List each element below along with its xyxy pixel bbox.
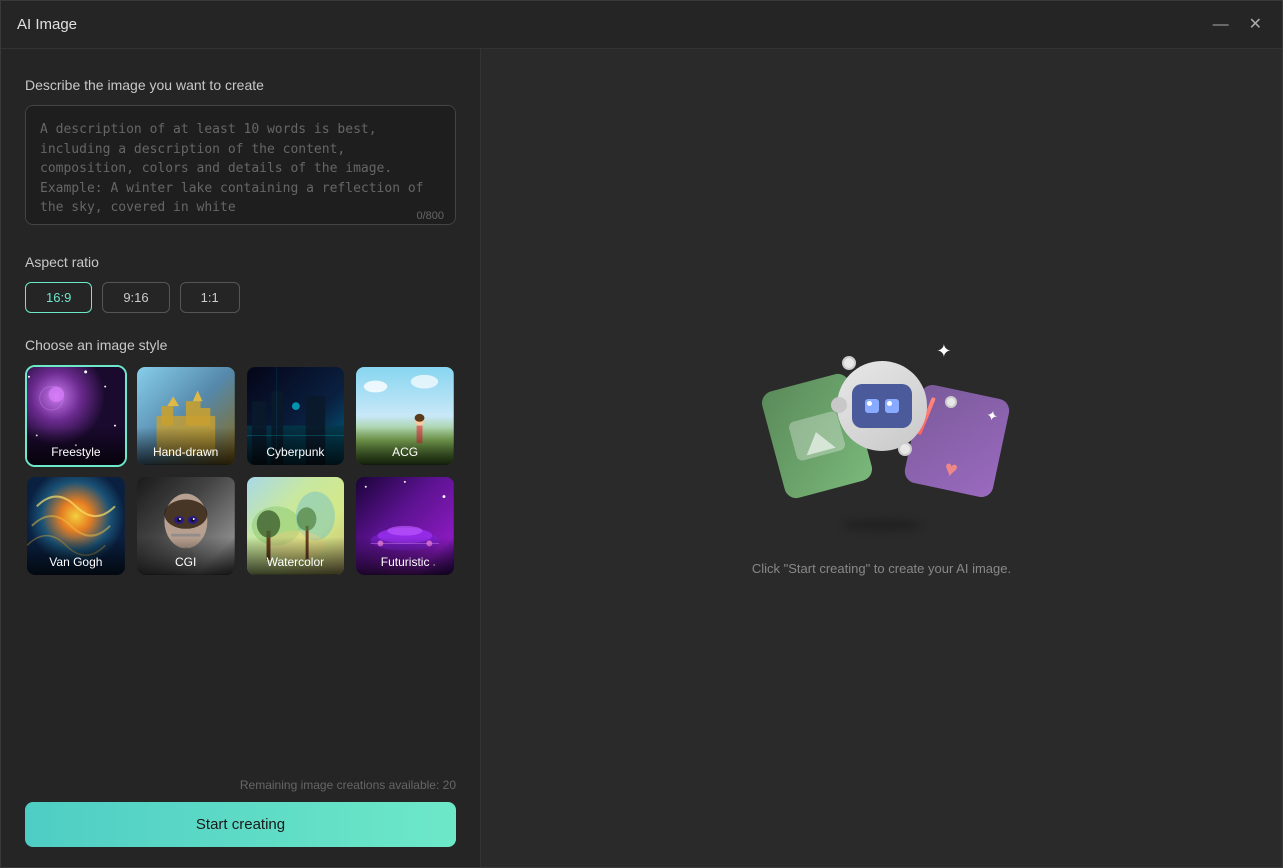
robot-eye-left [865, 399, 879, 413]
style-acg[interactable]: ACG [354, 365, 456, 467]
describe-label: Describe the image you want to create [25, 77, 456, 93]
aspect-16-9[interactable]: 16:9 [25, 282, 92, 313]
start-creating-button[interactable]: Start creating [25, 802, 456, 847]
description-input[interactable] [25, 105, 456, 225]
style-cgi[interactable]: CGI [135, 475, 237, 577]
app-window: AI Image — ✕ Describe the image you want… [0, 0, 1283, 868]
style-label-cyberpunk: Cyberpunk [247, 427, 345, 465]
illustration: ✦ ♥ ✦ [752, 341, 1012, 541]
robot-dot-right [945, 396, 957, 408]
style-cyberpunk[interactable]: Cyberpunk [245, 365, 347, 467]
aspect-ratio-section: Aspect ratio 16:9 9:16 1:1 [25, 254, 456, 313]
close-button[interactable]: ✕ [1245, 13, 1266, 37]
style-label-handdrawn: Hand-drawn [137, 427, 235, 465]
style-label: Choose an image style [25, 337, 456, 353]
textarea-wrapper: 0/800 [25, 105, 456, 230]
titlebar: AI Image — ✕ [1, 1, 1282, 49]
style-label-cgi: CGI [137, 537, 235, 575]
main-content: Describe the image you want to create 0/… [1, 49, 1282, 867]
style-label-watercolor: Watercolor [247, 537, 345, 575]
window-title: AI Image [17, 16, 77, 33]
style-futuristic[interactable]: Futuristic [354, 475, 456, 577]
style-label-acg: ACG [356, 427, 454, 465]
robot-face [852, 384, 912, 428]
remaining-text: Remaining image creations available: 20 [25, 778, 456, 792]
aspect-buttons: 16:9 9:16 1:1 [25, 282, 456, 313]
aspect-9-16[interactable]: 9:16 [102, 282, 169, 313]
left-panel: Describe the image you want to create 0/… [1, 49, 481, 867]
robot-dot-bottom [898, 442, 912, 456]
robot-eye-right [885, 399, 899, 413]
style-label-futuristic: Futuristic [356, 537, 454, 575]
style-handdrawn[interactable]: Hand-drawn [135, 365, 237, 467]
aspect-1-1[interactable]: 1:1 [180, 282, 240, 313]
char-count: 0/800 [416, 210, 444, 222]
footer: Remaining image creations available: 20 … [25, 762, 456, 847]
style-label-freestyle: Freestyle [27, 427, 125, 465]
robot-body [837, 361, 927, 451]
robot-shadow [842, 519, 922, 531]
robot-ear [831, 397, 847, 413]
style-vangogh[interactable]: Van Gogh [25, 475, 127, 577]
style-watercolor[interactable]: Watercolor [245, 475, 347, 577]
style-section: Choose an image style [25, 337, 456, 577]
card-sparkle: ✦ [984, 406, 999, 425]
hint-text: Click "Start creating" to create your AI… [752, 561, 1011, 576]
style-label-vangogh: Van Gogh [27, 537, 125, 575]
right-panel: ✦ ♥ ✦ Click "Start [481, 49, 1282, 867]
heart-icon: ♥ [941, 455, 959, 483]
style-freestyle[interactable]: Freestyle [25, 365, 127, 467]
sparkle-top: ✦ [936, 341, 951, 362]
robot-dot-top [842, 356, 856, 370]
window-controls: — ✕ [1209, 13, 1266, 37]
mountain-shape [801, 428, 835, 455]
card-left-inner [787, 410, 846, 462]
style-grid: Freestyle [25, 365, 456, 577]
minimize-button[interactable]: — [1209, 13, 1233, 37]
aspect-label: Aspect ratio [25, 254, 456, 270]
